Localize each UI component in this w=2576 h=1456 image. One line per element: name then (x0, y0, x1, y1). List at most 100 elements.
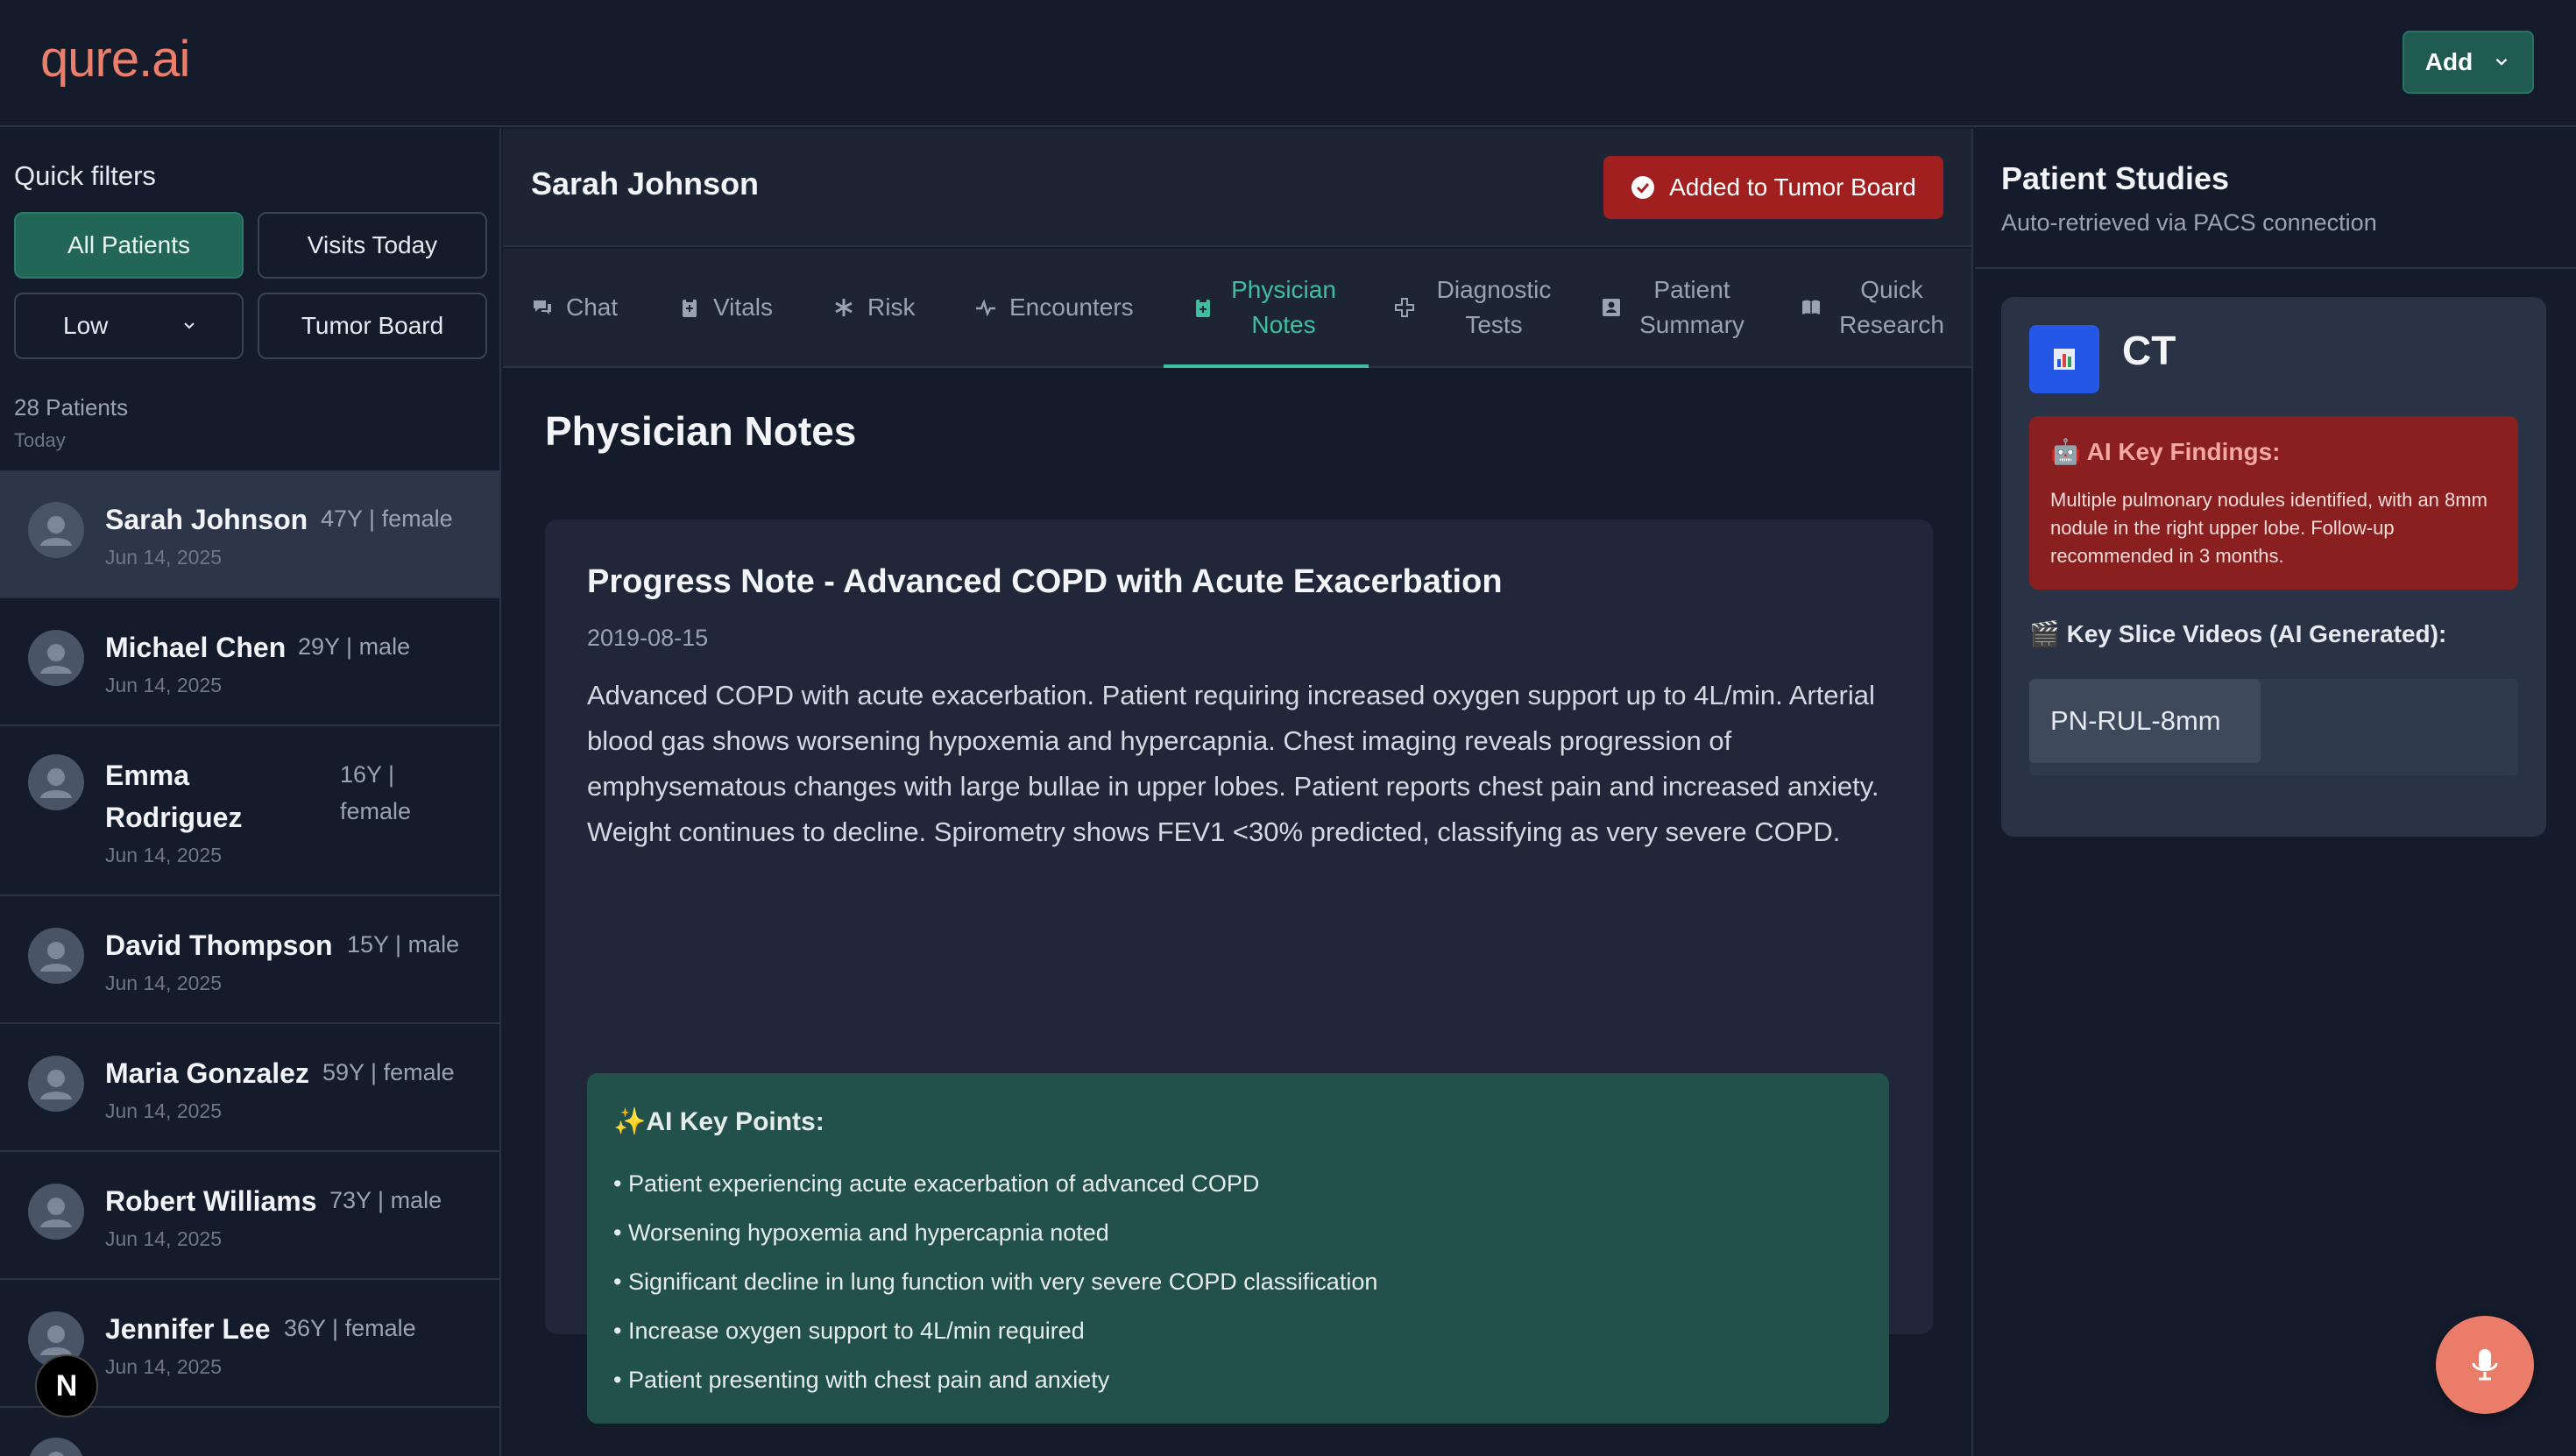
patient-name: Sarah Johnson (105, 504, 308, 535)
patient-meta: 15Y | male (347, 931, 460, 958)
user-icon (40, 768, 72, 798)
chart-icon (2029, 325, 2099, 393)
clipboard-icon (683, 298, 697, 317)
tab-quick-research[interactable]: Quick Research (1800, 249, 1949, 366)
check-circle-icon (1631, 176, 1655, 199)
patient-meta: 47Y | female (321, 505, 453, 532)
priority-select[interactable]: Low (14, 293, 244, 359)
patient-date: Jun 14, 2025 (105, 844, 223, 866)
tumor-board-status-label: Added to Tumor Board (1669, 173, 1916, 201)
patient-date: Jun 14, 2025 (105, 972, 223, 994)
summary-icon (1603, 299, 1620, 316)
patient-name: Robert Williams (105, 1185, 317, 1217)
patient-header: Sarah Johnson Added to Tumor Board (503, 129, 1971, 247)
priority-select-value: Low (63, 312, 109, 339)
tab-patient-summary[interactable]: Patient Summary (1600, 249, 1749, 366)
user-icon (40, 516, 72, 546)
patient-meta: 29Y | male (298, 633, 411, 660)
bar-chart-icon (2054, 349, 2075, 370)
tab-bar: Chat Vitals Risk Encounters Physician No… (503, 249, 1971, 368)
note-body: Advanced COPD with acute exacerbation. P… (587, 680, 1879, 847)
patient-count-sub: Today (14, 429, 66, 451)
user-icon (40, 942, 72, 972)
tab-encounters[interactable]: Encounters (974, 249, 1134, 366)
patient-row[interactable]: Sarah Johnson 47Y | female Jun 14, 2025 (0, 470, 499, 598)
studies-subtitle: Auto-retrieved via PACS connection (2001, 209, 2377, 236)
patient-meta: 36Y | female (284, 1315, 416, 1341)
book-icon (1802, 300, 1820, 315)
studies-title: Patient Studies (2001, 160, 2230, 196)
user-icon (40, 1198, 72, 1227)
filter-tumor-board[interactable]: Tumor Board (258, 293, 487, 359)
patient-meta: 59Y | female (322, 1059, 455, 1085)
avatar (28, 502, 84, 558)
chevron-down-icon (184, 322, 195, 329)
study-card[interactable]: CT 🤖 AI Key Findings: Multiple pulmonary… (2001, 297, 2546, 837)
user-icon (40, 644, 72, 674)
patient-date: Jun 14, 2025 (105, 674, 223, 696)
ai-key-points: ✨AI Key Points: • Patient experiencing a… (587, 1073, 1889, 1424)
patient-name: David Thompson (105, 929, 333, 961)
patient-sidebar: Quick filters All Patients Visits Today … (0, 129, 501, 1456)
microphone-icon (2472, 1349, 2498, 1381)
tab-vitals[interactable]: Vitals (678, 249, 773, 366)
cross-icon (1395, 298, 1414, 317)
user-icon (40, 1070, 72, 1099)
add-button-label: Add (2424, 48, 2473, 75)
patient-meta: 16Y | female (340, 761, 412, 824)
tumor-board-status-button[interactable]: Added to Tumor Board (1603, 156, 1943, 219)
list-item: • Patient presenting with chest pain and… (613, 1367, 1110, 1393)
patient-meta: 73Y | male (329, 1187, 442, 1213)
tab-physician-notes[interactable]: Physician Notes (1164, 249, 1369, 368)
key-slice-video-item[interactable]: PN-RUL-8mm (2029, 679, 2261, 763)
patient-date: Jun 14, 2025 (105, 1227, 223, 1250)
note-date: 2019-08-15 (587, 625, 709, 651)
studies-header: Patient Studies Auto-retrieved via PACS … (1975, 129, 2576, 269)
tab-chat[interactable]: Chat (531, 249, 618, 366)
avatar (28, 630, 84, 686)
note-title: Progress Note - Advanced COPD with Acute… (587, 563, 1503, 600)
avatar (28, 1184, 84, 1240)
patient-name: Michael Chen (105, 632, 287, 663)
patient-detail: Sarah Johnson Added to Tumor Board Chat … (503, 129, 1973, 1456)
chevron-down-icon (2495, 58, 2508, 66)
patient-row[interactable]: Emma Rodriguez 16Y | female Jun 14, 2025 (0, 726, 499, 896)
tab-risk[interactable]: Risk (832, 249, 915, 366)
microphone-button[interactable] (2436, 1316, 2534, 1414)
notes-icon (1196, 298, 1210, 317)
tab-diagnostic-tests[interactable]: Diagnostic Tests (1393, 249, 1560, 366)
patient-name: Maria Gonzalez (105, 1057, 309, 1089)
avatar (28, 928, 84, 984)
list-item: • Patient experiencing acute exacerbatio… (613, 1170, 1260, 1197)
patient-date: Jun 14, 2025 (105, 1099, 223, 1122)
list-item: • Worsening hypoxemia and hypercapnia no… (613, 1219, 1109, 1246)
patient-name: Jennifer Lee (105, 1313, 271, 1345)
user-icon (48, 1452, 64, 1456)
key-slice-videos-title: 🎬 Key Slice Videos (AI Generated): (2029, 620, 2447, 647)
filter-all-patients[interactable]: All Patients (14, 212, 244, 279)
note-card: Progress Note - Advanced COPD with Acute… (545, 519, 1933, 1424)
patient-count: 28 Patients (14, 394, 129, 421)
app-logo[interactable]: qure.ai (40, 30, 190, 88)
asterisk-icon (835, 299, 853, 316)
ai-key-points-title: ✨AI Key Points: (613, 1107, 824, 1136)
patient-row[interactable]: Robert Williams 73Y | male Jun 14, 2025 (0, 1152, 499, 1280)
avatar (28, 1056, 84, 1112)
avatar (28, 754, 84, 810)
patient-name: Emma Rodriguez (105, 760, 243, 833)
patient-row[interactable]: David Thompson 15Y | male Jun 14, 2025 (0, 896, 499, 1024)
list-item: • Significant decline in lung function w… (613, 1269, 1378, 1295)
patient-row[interactable]: Michael Chen 29Y | male Jun 14, 2025 (0, 598, 499, 726)
quick-filters-title: Quick filters (14, 160, 156, 191)
section-title: Physician Notes (545, 408, 857, 454)
patient-studies-panel: Patient Studies Auto-retrieved via PACS … (1975, 129, 2576, 1456)
dev-tools-badge[interactable]: N (35, 1354, 98, 1417)
patient-date: Jun 14, 2025 (105, 546, 223, 569)
add-button[interactable]: Add (2403, 31, 2534, 94)
filter-visits-today[interactable]: Visits Today (258, 212, 487, 279)
chat-icon (534, 300, 551, 315)
list-item: • Increase oxygen support to 4L/min requ… (613, 1318, 1085, 1344)
patient-row[interactable]: Maria Gonzalez 59Y | female Jun 14, 2025 (0, 1024, 499, 1152)
ai-key-points-list: • Patient experiencing acute exacerbatio… (613, 1159, 1377, 1404)
study-modality: CT (2122, 328, 2176, 373)
